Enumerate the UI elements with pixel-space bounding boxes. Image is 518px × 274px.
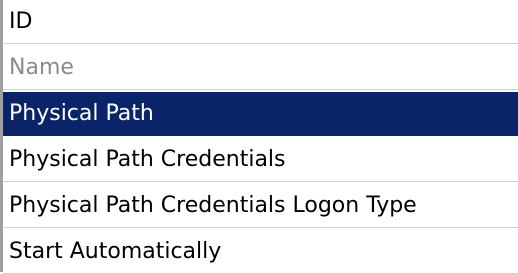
list-item-name[interactable]: Name xyxy=(3,46,518,90)
list-item-label: Physical Path Credentials Logon Type xyxy=(9,193,417,218)
list-item-label: ID xyxy=(9,9,33,34)
list-item-label: Physical Path Credentials xyxy=(9,147,286,172)
list-item-label: Physical Path xyxy=(9,101,154,126)
property-list: ID Name Physical Path Physical Path Cred… xyxy=(0,0,518,274)
list-item-physical-path[interactable]: Physical Path xyxy=(3,92,518,136)
list-item-physical-path-credentials[interactable]: Physical Path Credentials xyxy=(3,138,518,182)
list-item-physical-path-credentials-logon-type[interactable]: Physical Path Credentials Logon Type xyxy=(3,184,518,228)
list-item-start-automatically[interactable]: Start Automatically xyxy=(3,230,518,274)
list-item-label: Start Automatically xyxy=(9,239,222,264)
list-item-label: Name xyxy=(9,55,74,80)
list-item-id[interactable]: ID xyxy=(3,0,518,44)
